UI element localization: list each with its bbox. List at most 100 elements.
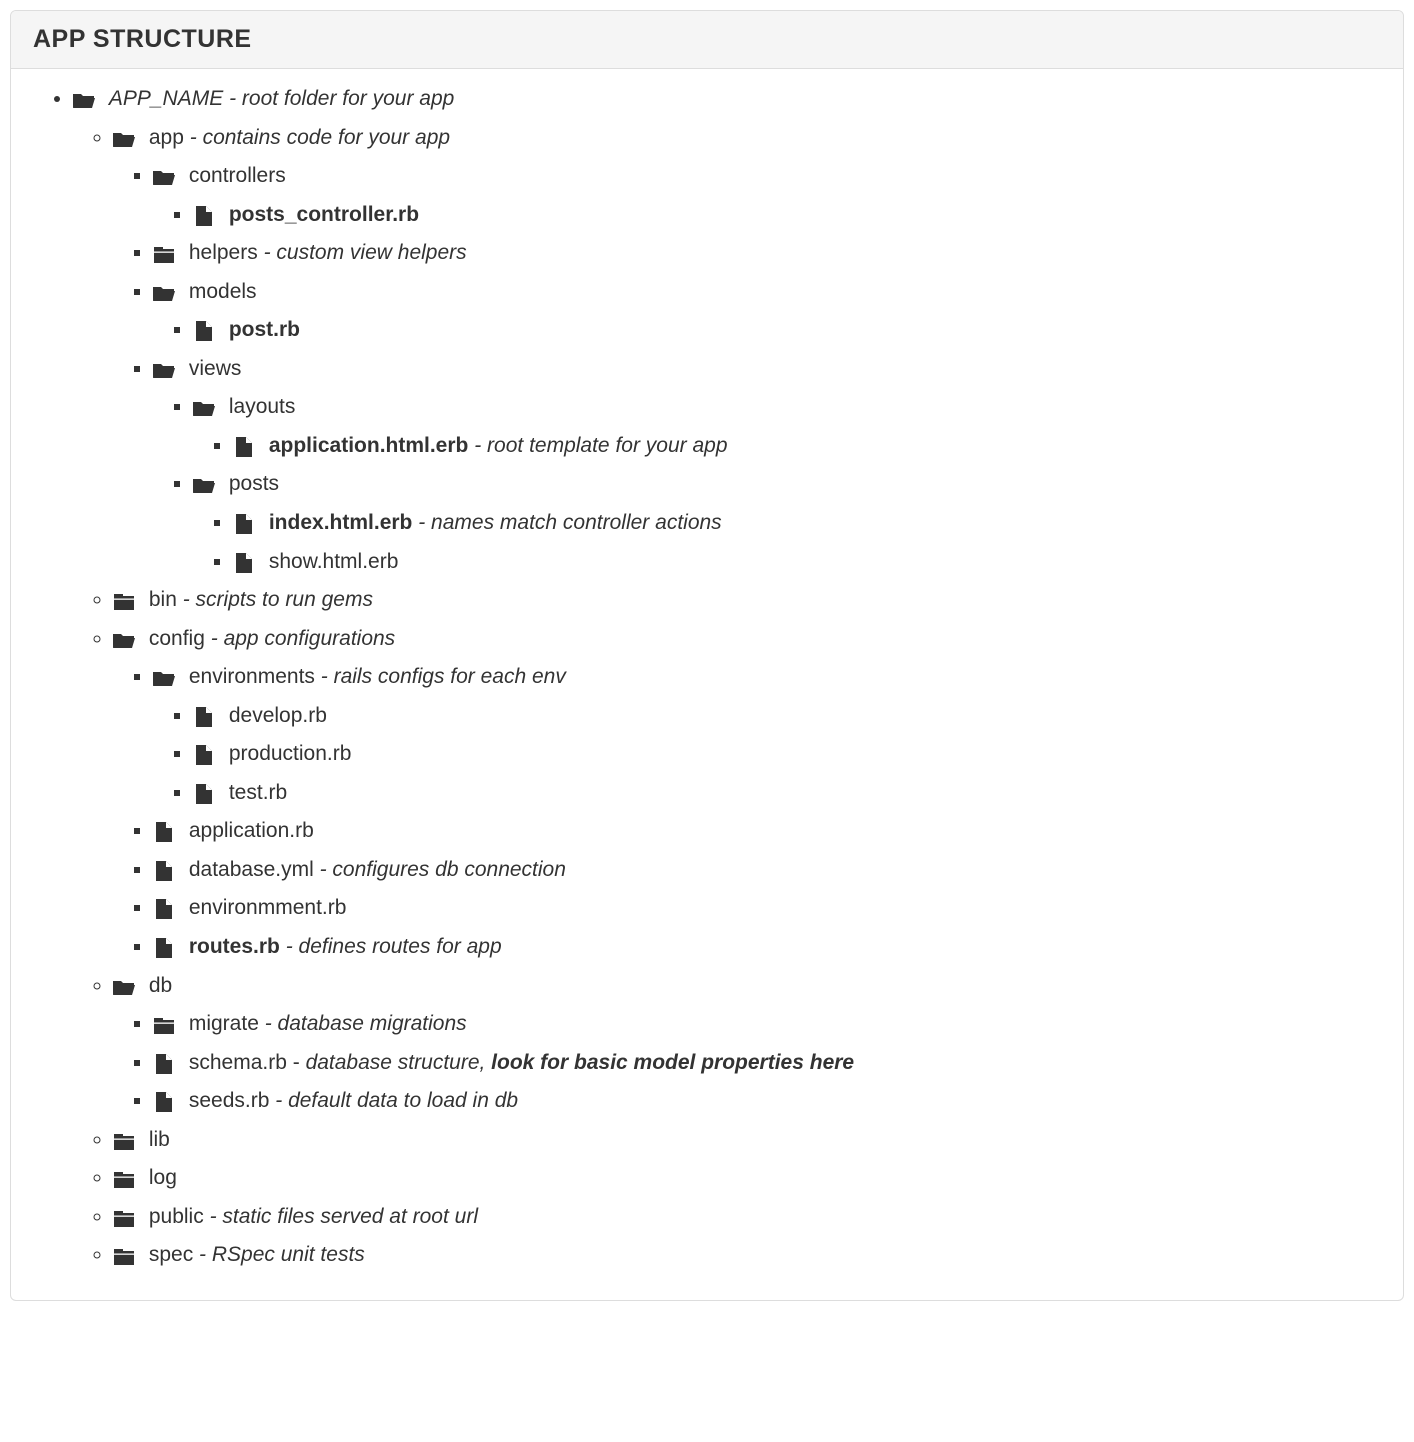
folder-label: helpers (189, 241, 258, 264)
folder-open-icon (153, 162, 175, 195)
file-icon (153, 817, 175, 850)
folder-desc: custom view helpers (264, 241, 467, 264)
file-label: seeds.rb (189, 1089, 270, 1112)
file-desc: root template for your app (474, 434, 727, 457)
folder-desc: RSpec unit tests (199, 1243, 365, 1266)
tree-item-post-rb: post.rb (193, 314, 1381, 349)
file-icon (193, 201, 215, 234)
file-label: develop.rb (229, 704, 327, 727)
folder-label: layouts (229, 395, 296, 418)
tree-item-layouts: layouts application.html.erb root templa… (193, 391, 1381, 464)
tree-item-test-rb: test.rb (193, 777, 1381, 812)
file-label: application.html.erb (269, 434, 469, 457)
tree-item-posts-controller: posts_controller.rb (193, 199, 1381, 234)
file-desc: configures db connection (320, 858, 566, 881)
tree-item-application-rb: application.rb (153, 815, 1381, 850)
app-structure-panel: APP STRUCTURE APP_NAME root folder for y… (10, 10, 1404, 1301)
tree-item-show-erb: show.html.erb (233, 546, 1381, 581)
folder-label: controllers (189, 164, 286, 187)
folder-open-icon (113, 972, 135, 1005)
file-icon (233, 509, 255, 542)
folder-open-icon (153, 355, 175, 388)
folder-open-icon (153, 663, 175, 696)
file-label: database.yml (189, 858, 314, 881)
folder-closed-icon (153, 1010, 175, 1043)
folder-open-icon (193, 393, 215, 426)
tree-item-posts-views: posts index.html.erb names match control… (193, 468, 1381, 580)
tree-item-controllers: controllers posts_controller.rb (153, 160, 1381, 233)
file-desc: defines routes for app (286, 935, 502, 958)
folder-label: migrate (189, 1012, 259, 1035)
panel-body: APP_NAME root folder for your app app co… (11, 69, 1403, 1300)
panel-title: APP STRUCTURE (33, 25, 252, 53)
folder-closed-icon (153, 239, 175, 272)
file-desc: names match controller actions (418, 511, 721, 534)
tree-item-production-rb: production.rb (193, 738, 1381, 773)
folder-open-icon (113, 124, 135, 157)
tree-item-lib: lib (113, 1124, 1381, 1159)
tree-item-routes-rb: routes.rb defines routes for app (153, 931, 1381, 966)
tree-item-application-erb: application.html.erb root template for y… (233, 430, 1381, 465)
folder-label: APP_NAME (109, 87, 223, 110)
tree-item-log: log (113, 1162, 1381, 1197)
tree-item-environment-rb: environmment.rb (153, 892, 1381, 927)
tree-item-index-erb: index.html.erb names match controller ac… (233, 507, 1381, 542)
folder-open-icon (153, 278, 175, 311)
file-label: index.html.erb (269, 511, 413, 534)
file-desc: default data to load in db (275, 1089, 518, 1112)
file-icon (153, 933, 175, 966)
folder-desc: static files served at root url (210, 1205, 478, 1228)
file-icon (193, 740, 215, 773)
file-label: routes.rb (189, 935, 280, 958)
file-icon (193, 316, 215, 349)
tree-item-models: models post.rb (153, 276, 1381, 349)
file-icon (233, 548, 255, 581)
folder-desc: scripts to run gems (183, 588, 373, 611)
tree-item-bin: bin scripts to run gems (113, 584, 1381, 619)
tree-item-seeds-rb: seeds.rb default data to load in db (153, 1085, 1381, 1120)
file-icon (153, 894, 175, 927)
folder-label: app (149, 126, 184, 149)
file-icon (193, 702, 215, 735)
file-label: environmment.rb (189, 896, 347, 919)
folder-label: public (149, 1205, 204, 1228)
file-icon (153, 1087, 175, 1120)
tree-item-schema-rb: schema.rb - database structure, look for… (153, 1047, 1381, 1082)
file-label: post.rb (229, 318, 300, 341)
tree-item-develop-rb: develop.rb (193, 700, 1381, 735)
file-icon (153, 1049, 175, 1082)
tree-item-migrate: migrate database migrations (153, 1008, 1381, 1043)
folder-label: config (149, 627, 205, 650)
panel-header: APP STRUCTURE (11, 11, 1403, 69)
folder-closed-icon (113, 1203, 135, 1236)
folder-label: posts (229, 472, 279, 495)
folder-label: log (149, 1166, 177, 1189)
file-label: production.rb (229, 742, 352, 765)
folder-desc: rails configs for each env (321, 665, 566, 688)
file-label: show.html.erb (269, 550, 399, 573)
folder-label: views (189, 357, 242, 380)
tree-item-spec: spec RSpec unit tests (113, 1239, 1381, 1274)
folder-label: spec (149, 1243, 193, 1266)
file-label: schema.rb (189, 1051, 287, 1074)
tree-item-environments: environments rails configs for each env … (153, 661, 1381, 811)
folder-open-icon (73, 85, 95, 118)
folder-desc: app configurations (211, 627, 395, 650)
file-desc: - database structure, look for basic mod… (293, 1051, 854, 1074)
folder-desc: database migrations (265, 1012, 467, 1035)
folder-desc: root folder for your app (229, 87, 454, 110)
folder-closed-icon (113, 1164, 135, 1197)
folder-desc: contains code for your app (190, 126, 450, 149)
folder-label: db (149, 974, 172, 997)
tree-item-views: views layouts application.html (153, 353, 1381, 580)
file-icon (233, 432, 255, 465)
folder-closed-icon (113, 1241, 135, 1274)
tree-item-database-yml: database.yml configures db connection (153, 854, 1381, 889)
file-label: application.rb (189, 819, 314, 842)
tree-item-helpers: helpers custom view helpers (153, 237, 1381, 272)
folder-label: models (189, 280, 257, 303)
tree-item-root: APP_NAME root folder for your app app co… (73, 83, 1381, 1274)
file-label: posts_controller.rb (229, 203, 419, 226)
folder-label: bin (149, 588, 177, 611)
folder-open-icon (193, 470, 215, 503)
